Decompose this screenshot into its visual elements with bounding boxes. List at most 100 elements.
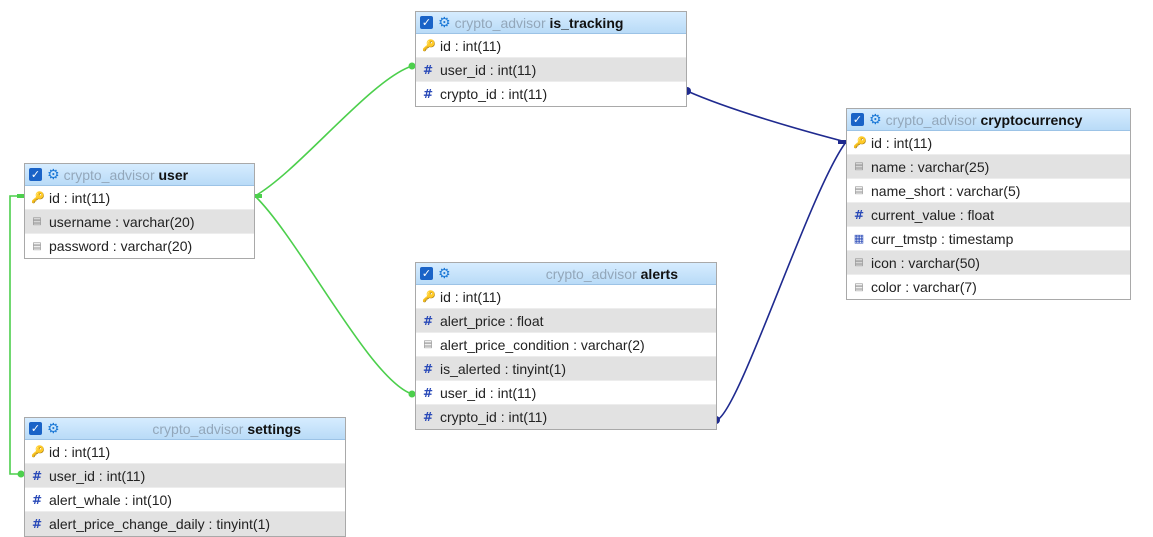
column-row[interactable]: 🔑 id : int(11) xyxy=(416,285,716,309)
relation-line-alerts-cryptocurrency xyxy=(716,141,847,421)
column-row[interactable]: # user_id : int(11) xyxy=(416,381,716,405)
column-label: id : int(11) xyxy=(871,134,933,151)
column-row[interactable]: ▤ name_short : varchar(5) xyxy=(847,179,1130,203)
table-header[interactable]: ✓ ⚙ crypto_advisor alerts xyxy=(416,263,716,285)
column-row[interactable]: # is_alerted : tinyint(1) xyxy=(416,357,716,381)
column-row[interactable]: 🔑 id : int(11) xyxy=(25,186,254,210)
table-is-tracking[interactable]: ✓ ⚙ crypto_advisor is_tracking 🔑 id : int… xyxy=(415,11,687,107)
column-label: icon : varchar(50) xyxy=(871,254,980,271)
table-name: alerts xyxy=(640,265,678,282)
column-row[interactable]: # crypto_id : int(11) xyxy=(416,405,716,429)
text-field-icon: ▤ xyxy=(854,281,864,293)
checkbox-icon[interactable]: ✓ xyxy=(29,168,42,181)
gear-icon[interactable]: ⚙ xyxy=(438,15,451,31)
column-label: alert_price : float xyxy=(440,312,544,329)
relation-endpoint-mark xyxy=(838,140,846,144)
table-header[interactable]: ✓ ⚙ crypto_advisor cryptocurrency xyxy=(847,109,1130,131)
column-label: id : int(11) xyxy=(440,288,502,305)
checkbox-icon[interactable]: ✓ xyxy=(420,16,433,29)
column-label: password : varchar(20) xyxy=(49,238,193,254)
table-header[interactable]: ✓ ⚙ crypto_advisor user xyxy=(25,164,254,186)
table-cryptocurrency[interactable]: ✓ ⚙ crypto_advisor cryptocurrency 🔑 id : … xyxy=(846,108,1131,300)
table-settings[interactable]: ✓ ⚙ crypto_advisor settings 🔑 id : int(11… xyxy=(24,417,346,537)
column-label: user_id : int(11) xyxy=(440,384,537,401)
database-name: crypto_advisor xyxy=(545,265,637,282)
column-label: alert_price_condition : varchar(2) xyxy=(440,336,645,353)
numeric-field-icon: # xyxy=(422,385,434,400)
column-row[interactable]: # alert_whale : int(10) xyxy=(25,488,345,512)
table-name: settings xyxy=(247,420,301,437)
database-name: crypto_advisor xyxy=(152,420,244,437)
key-icon: 🔑 xyxy=(31,445,45,458)
column-label: current_value : float xyxy=(871,206,994,223)
text-field-icon: ▤ xyxy=(32,240,42,252)
numeric-field-icon: # xyxy=(422,87,434,101)
gear-icon[interactable]: ⚙ xyxy=(47,421,60,437)
key-icon: 🔑 xyxy=(422,39,436,52)
column-label: color : varchar(7) xyxy=(871,279,977,295)
column-label: alert_whale : int(10) xyxy=(49,491,172,508)
column-row[interactable]: # alert_price_change_daily : tinyint(1) xyxy=(25,512,345,536)
numeric-field-icon: # xyxy=(422,410,434,424)
column-row[interactable]: 🔑 id : int(11) xyxy=(847,131,1130,155)
column-label: name : varchar(25) xyxy=(871,158,990,175)
column-row[interactable]: # alert_price : float xyxy=(416,309,716,333)
table-header[interactable]: ✓ ⚙ crypto_advisor settings xyxy=(25,418,345,440)
column-row[interactable]: ▤ color : varchar(7) xyxy=(847,275,1130,299)
column-label: alert_price_change_daily : tinyint(1) xyxy=(49,516,271,532)
numeric-field-icon: # xyxy=(422,313,434,328)
column-label: is_alerted : tinyint(1) xyxy=(440,360,567,377)
numeric-field-icon: # xyxy=(31,517,43,531)
key-icon: 🔑 xyxy=(853,136,867,149)
date-field-icon: ▦ xyxy=(853,232,865,245)
relation-line-user-alerts xyxy=(254,195,413,395)
database-name: crypto_advisor xyxy=(454,14,546,31)
key-icon: 🔑 xyxy=(31,191,45,204)
column-row[interactable]: ▤ alert_price_condition : varchar(2) xyxy=(416,333,716,357)
column-label: user_id : int(11) xyxy=(49,467,146,484)
column-row[interactable]: # current_value : float xyxy=(847,203,1130,227)
column-row[interactable]: # user_id : int(11) xyxy=(25,464,345,488)
database-name: crypto_advisor xyxy=(63,166,155,183)
table-user[interactable]: ✓ ⚙ crypto_advisor user 🔑 id : int(11) ▤ u… xyxy=(24,163,255,259)
checkbox-icon[interactable]: ✓ xyxy=(851,113,864,126)
column-label: id : int(11) xyxy=(440,37,502,54)
column-row[interactable]: ▤ icon : varchar(50) xyxy=(847,251,1130,275)
gear-icon[interactable]: ⚙ xyxy=(869,112,882,128)
column-row[interactable]: ▤ username : varchar(20) xyxy=(25,210,254,234)
column-row[interactable]: ▤ name : varchar(25) xyxy=(847,155,1130,179)
text-field-icon: ▤ xyxy=(423,339,433,350)
column-label: crypto_id : int(11) xyxy=(440,409,548,425)
column-row[interactable]: ▤ password : varchar(20) xyxy=(25,234,254,258)
relation-line-user-settings xyxy=(9,195,24,475)
relation-line-user-is_tracking xyxy=(254,65,413,197)
column-row[interactable]: 🔑 id : int(11) xyxy=(416,34,686,58)
numeric-field-icon: # xyxy=(422,361,434,376)
key-icon: 🔑 xyxy=(422,290,436,303)
column-row[interactable]: # user_id : int(11) xyxy=(416,58,686,82)
column-label: id : int(11) xyxy=(49,189,111,206)
column-label: username : varchar(20) xyxy=(49,213,195,230)
checkbox-icon[interactable]: ✓ xyxy=(29,422,42,435)
text-field-icon: ▤ xyxy=(854,257,864,268)
table-alerts[interactable]: ✓ ⚙ crypto_advisor alerts 🔑 id : int(11) … xyxy=(415,262,717,430)
text-field-icon: ▤ xyxy=(32,216,42,227)
checkbox-icon[interactable]: ✓ xyxy=(420,267,433,280)
relation-endpoint-mark xyxy=(255,194,262,198)
numeric-field-icon: # xyxy=(31,492,43,507)
relation-line-istracking-cryptocurrency xyxy=(686,90,847,143)
numeric-field-icon: # xyxy=(853,207,865,222)
column-label: name_short : varchar(5) xyxy=(871,182,1021,199)
table-name: is_tracking xyxy=(549,14,624,31)
gear-icon[interactable]: ⚙ xyxy=(47,167,60,183)
numeric-field-icon: # xyxy=(422,62,434,77)
column-label: user_id : int(11) xyxy=(440,61,537,78)
table-header[interactable]: ✓ ⚙ crypto_advisor is_tracking xyxy=(416,12,686,34)
column-row[interactable]: # crypto_id : int(11) xyxy=(416,82,686,106)
column-row[interactable]: ▦ curr_tmstp : timestamp xyxy=(847,227,1130,251)
gear-icon[interactable]: ⚙ xyxy=(438,266,451,282)
table-name: cryptocurrency xyxy=(980,111,1083,128)
numeric-field-icon: # xyxy=(31,468,43,483)
column-row[interactable]: 🔑 id : int(11) xyxy=(25,440,345,464)
table-name: user xyxy=(158,166,189,183)
